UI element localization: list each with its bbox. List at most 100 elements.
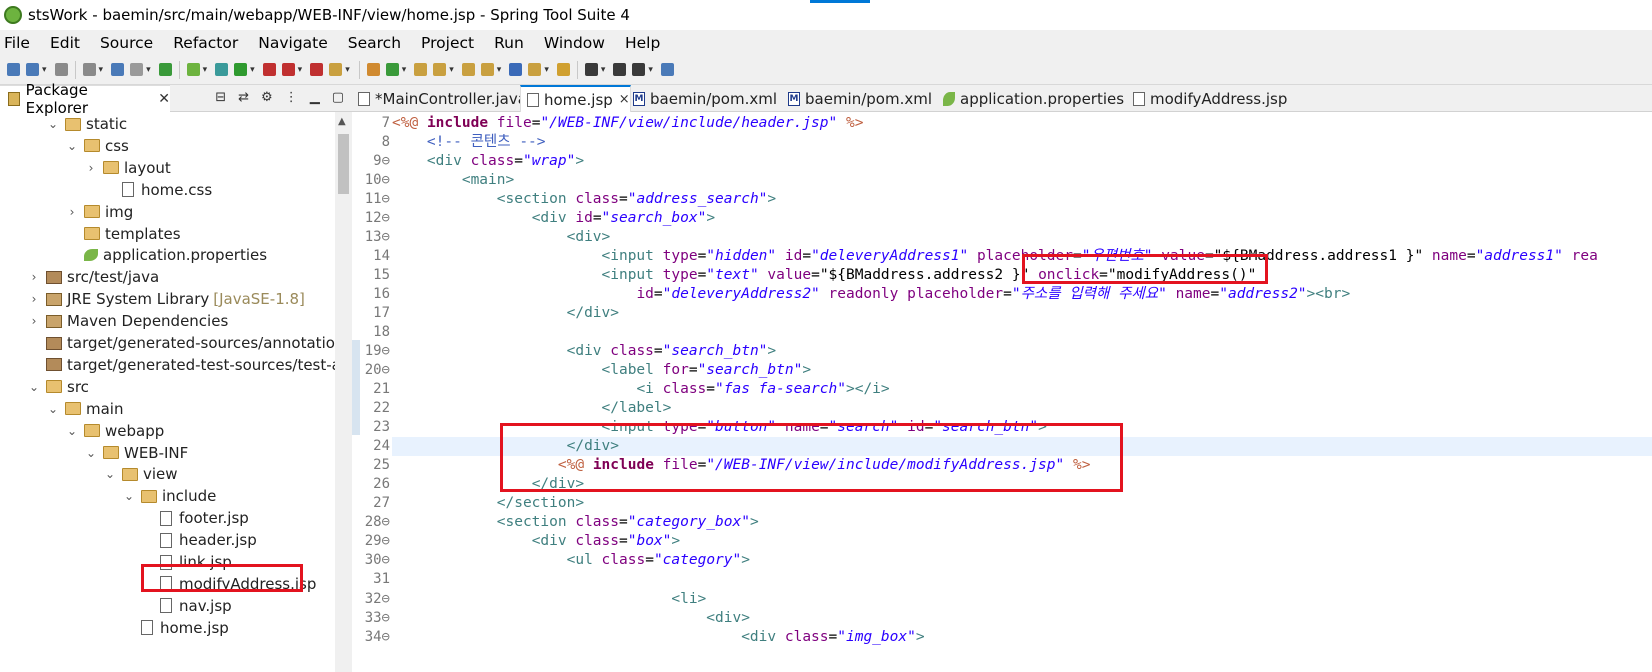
tree-item[interactable]: ⌄ view bbox=[104, 463, 178, 485]
toolbar-icon[interactable] bbox=[632, 63, 646, 76]
dropdown-arrow-icon[interactable]: ▾ bbox=[99, 65, 104, 75]
tree-item[interactable]: › img bbox=[66, 201, 134, 223]
code-line[interactable]: </label> bbox=[392, 399, 672, 418]
expand-icon[interactable]: ⌄ bbox=[66, 424, 78, 438]
code-line[interactable]: <div> bbox=[392, 228, 611, 247]
code-line[interactable]: <section class="category_box"> bbox=[392, 513, 759, 532]
editor-tab[interactable]: home.jsp × bbox=[520, 85, 631, 112]
minimize-icon[interactable]: ▁ bbox=[310, 90, 320, 105]
dropdown-arrow-icon[interactable]: ▾ bbox=[250, 65, 255, 75]
dropdown-arrow-icon[interactable]: ▾ bbox=[203, 65, 208, 75]
toolbar-icon[interactable] bbox=[281, 63, 295, 76]
maximize-icon[interactable]: ▢ bbox=[332, 90, 344, 105]
view-menu-icon[interactable]: ⋮ bbox=[285, 90, 298, 105]
tree-item[interactable]: › layout bbox=[85, 157, 171, 179]
menu-search[interactable]: Search bbox=[348, 34, 401, 52]
toolbar-icon[interactable] bbox=[262, 63, 276, 76]
code-line[interactable]: <div> bbox=[392, 609, 750, 628]
tree-item[interactable]: nav.jsp bbox=[142, 595, 232, 617]
editor-tab[interactable]: application.properties bbox=[937, 85, 1124, 112]
expand-icon[interactable]: ⌄ bbox=[123, 489, 135, 503]
menu-source[interactable]: Source bbox=[100, 34, 153, 52]
dropdown-arrow-icon[interactable]: ▾ bbox=[544, 65, 549, 75]
toolbar-icon[interactable] bbox=[556, 63, 570, 76]
close-icon[interactable]: ✕ bbox=[158, 91, 170, 107]
toolbar-icon[interactable] bbox=[584, 63, 598, 76]
expand-icon[interactable]: ⌄ bbox=[47, 117, 59, 131]
tree-item[interactable]: templates bbox=[66, 223, 181, 245]
collapse-all-icon[interactable]: ⊟ bbox=[215, 90, 226, 105]
toolbar-icon[interactable] bbox=[7, 63, 20, 76]
tree-item[interactable]: ⌄ static bbox=[47, 113, 127, 135]
code-line[interactable]: </div> bbox=[392, 304, 619, 323]
filter-icon[interactable]: ⚙ bbox=[261, 90, 273, 105]
tree-item[interactable]: application.properties bbox=[66, 244, 267, 266]
toolbar-icon[interactable] bbox=[26, 63, 39, 76]
code-line[interactable]: <label for="search_btn"> bbox=[392, 361, 812, 380]
expand-icon[interactable]: ⌄ bbox=[85, 446, 97, 460]
toolbar-icon[interactable] bbox=[461, 63, 475, 76]
toolbar-icon[interactable] bbox=[660, 63, 674, 76]
tree-item[interactable]: target/generated-test-sources/test-annc bbox=[28, 354, 335, 376]
tree-item[interactable]: › JRE System Library [JavaSE-1.8] bbox=[28, 288, 305, 310]
code-line[interactable]: <i class="fas fa-search"></i> bbox=[392, 380, 889, 399]
toolbar-icon[interactable] bbox=[310, 63, 324, 76]
editor-tab[interactable]: Mbaemin/pom.xml bbox=[782, 85, 932, 112]
editor-tab[interactable]: *MainController.java bbox=[352, 85, 527, 112]
dropdown-arrow-icon[interactable]: ▾ bbox=[601, 65, 606, 75]
menu-navigate[interactable]: Navigate bbox=[258, 34, 328, 52]
code-line[interactable]: </section> bbox=[392, 494, 584, 513]
menu-edit[interactable]: Edit bbox=[50, 34, 80, 52]
expand-icon[interactable]: ⌄ bbox=[104, 467, 116, 481]
editor-tab[interactable]: Mbaemin/pom.xml bbox=[627, 85, 777, 112]
code-line[interactable]: id="deleveryAddress2" readonly placehold… bbox=[392, 285, 1350, 304]
code-line[interactable]: <section class="address_search"> bbox=[392, 190, 776, 209]
menu-help[interactable]: Help bbox=[625, 34, 660, 52]
toolbar-icon[interactable] bbox=[186, 63, 200, 76]
toolbar-icon[interactable] bbox=[528, 63, 542, 76]
code-line[interactable]: <input type="hidden" id="deleveryAddress… bbox=[392, 247, 1598, 266]
tree-item[interactable]: › src/test/java bbox=[28, 266, 160, 288]
tree-item[interactable]: target/generated-sources/annotations bbox=[28, 332, 335, 354]
tree-item[interactable]: ⌄ src bbox=[28, 376, 89, 398]
toolbar-icon[interactable] bbox=[130, 63, 144, 76]
toolbar-icon[interactable] bbox=[433, 63, 447, 76]
toolbar-icon[interactable] bbox=[158, 63, 172, 76]
menu-project[interactable]: Project bbox=[421, 34, 474, 52]
tree-item[interactable]: home.css bbox=[104, 179, 212, 201]
scrollbar-thumb[interactable] bbox=[338, 134, 349, 194]
dropdown-arrow-icon[interactable]: ▾ bbox=[146, 65, 151, 75]
toolbar-icon[interactable] bbox=[111, 63, 125, 76]
menu-refactor[interactable]: Refactor bbox=[173, 34, 238, 52]
tree-item[interactable]: ⌄ include bbox=[123, 485, 216, 507]
menu-file[interactable]: File bbox=[4, 34, 30, 52]
code-line[interactable]: <%@ include file="/WEB-INF/view/include/… bbox=[392, 114, 863, 133]
toolbar-icon[interactable] bbox=[82, 63, 96, 76]
expand-icon[interactable]: ⌄ bbox=[47, 402, 59, 416]
tree-item[interactable]: home.jsp bbox=[123, 617, 229, 639]
dropdown-arrow-icon[interactable]: ▾ bbox=[42, 65, 47, 75]
code-line[interactable]: <div id="search_box"> bbox=[392, 209, 715, 228]
code-line[interactable]: <div class="img_box"> bbox=[392, 628, 924, 647]
tree-item[interactable]: ⌄ WEB-INF bbox=[85, 442, 188, 464]
toolbar-icon[interactable] bbox=[414, 63, 428, 76]
collapse-icon[interactable]: › bbox=[66, 205, 78, 219]
code-line[interactable]: <main> bbox=[392, 171, 514, 190]
toolbar-icon[interactable] bbox=[509, 63, 523, 76]
collapse-icon[interactable]: › bbox=[28, 292, 40, 306]
toolbar-icon[interactable] bbox=[215, 63, 229, 76]
toolbar-icon[interactable] bbox=[366, 63, 380, 76]
editor-tab[interactable]: modifyAddress.jsp bbox=[1127, 85, 1287, 112]
tree-scrollbar[interactable]: ▲ bbox=[335, 112, 352, 672]
code-line[interactable]: <ul class="category"> bbox=[392, 551, 750, 570]
dropdown-arrow-icon[interactable]: ▾ bbox=[402, 65, 407, 75]
code-line[interactable]: <div class="wrap"> bbox=[392, 152, 584, 171]
link-with-editor-icon[interactable]: ⇄ bbox=[238, 90, 249, 105]
scroll-up-icon[interactable]: ▲ bbox=[338, 116, 346, 127]
toolbar-icon[interactable] bbox=[385, 63, 399, 76]
toolbar-icon[interactable] bbox=[480, 63, 494, 76]
tree-item[interactable]: › Maven Dependencies bbox=[28, 310, 229, 332]
toolbar-icon[interactable] bbox=[54, 63, 68, 76]
code-line[interactable]: <!-- 콘텐츠 --> bbox=[392, 133, 546, 152]
dropdown-arrow-icon[interactable]: ▾ bbox=[298, 65, 303, 75]
